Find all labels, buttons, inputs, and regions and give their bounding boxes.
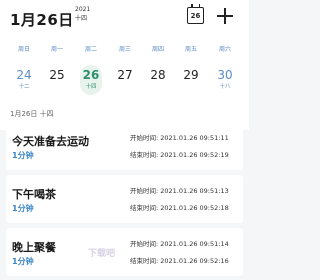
record-end-time: 结束时间: 2021.01.26 09:52:18	[130, 204, 229, 212]
date-number: 24	[16, 68, 32, 82]
record-duration: 1分钟	[12, 257, 34, 266]
date-number: 26	[82, 68, 100, 82]
weekday-label: 周四	[151, 46, 164, 53]
record-start-time: 开始时间: 2021.01.26 09:51:11	[130, 134, 229, 142]
section-date-label: 1月26日 十四	[10, 110, 54, 118]
lunar-label: 十四	[85, 84, 97, 90]
date-strip: 24 十二 25 26 十四 27 28 29 30 十八	[0, 65, 249, 98]
date-subtitle: 2021 十四	[75, 5, 90, 23]
date-cell-29[interactable]: 29	[174, 68, 208, 98]
record-start-time: 开始时间: 2021.01.26 09:51:14	[130, 240, 229, 248]
date-number: 27	[117, 68, 133, 82]
record-title: 下午喝茶	[12, 188, 56, 201]
list-item[interactable]: 下午喝茶 1分钟 开始时间: 2021.01.26 09:51:13 结束时间:…	[6, 175, 243, 223]
weekday-label: 十四	[75, 15, 88, 22]
record-title: 今天准备去运动	[12, 135, 89, 148]
page-title: 1月26日	[10, 11, 74, 29]
date-number: 29	[183, 68, 199, 82]
weekday-label: 周三	[118, 46, 131, 53]
date-cell-24[interactable]: 24 十二	[7, 68, 41, 98]
record-title: 晚上聚餐	[12, 241, 56, 254]
weekday-label: 周五	[184, 46, 197, 53]
date-cell-25[interactable]: 25	[40, 68, 74, 98]
record-end-time: 结束时间: 2021.01.26 09:52:19	[130, 151, 229, 159]
record-duration: 1分钟	[12, 151, 34, 160]
record-duration: 1分钟	[12, 204, 34, 213]
date-cell-30[interactable]: 30 十八	[208, 68, 242, 98]
weekday-label: 周六	[218, 46, 231, 53]
date-number: 28	[150, 68, 166, 82]
lunar-label: 十二	[18, 84, 30, 90]
weekday-label: 周一	[50, 46, 63, 53]
weekday-label: 周日	[17, 46, 30, 53]
lunar-label: 十八	[219, 84, 231, 90]
date-cell-28[interactable]: 28	[141, 68, 175, 98]
record-start-time: 开始时间: 2021.01.26 09:51:13	[130, 187, 229, 195]
record-end-time: 结束时间: 2021.01.26 09:52:16	[130, 257, 229, 265]
weekday-row: 周日 周一 周二 周三 周四 周五 周六	[0, 44, 249, 54]
list-item[interactable]: 今天准备去运动 1分钟 开始时间: 2021.01.26 09:51:11 结束…	[6, 122, 243, 170]
list-item[interactable]: 晚上聚餐 1分钟 开始时间: 2021.01.26 09:51:14 结束时间:…	[6, 228, 243, 276]
date-number: 25	[49, 68, 65, 82]
year-label: 2021	[75, 6, 91, 13]
calendar-day-label: 26	[190, 12, 201, 20]
calendar-icon[interactable]: 26	[187, 4, 204, 24]
date-cell-27[interactable]: 27	[108, 68, 142, 98]
date-cell-26-selected[interactable]: 26 十四	[74, 65, 108, 98]
weekday-label: 周二	[84, 46, 97, 53]
add-icon[interactable]	[217, 8, 233, 24]
date-number: 30	[217, 68, 233, 82]
